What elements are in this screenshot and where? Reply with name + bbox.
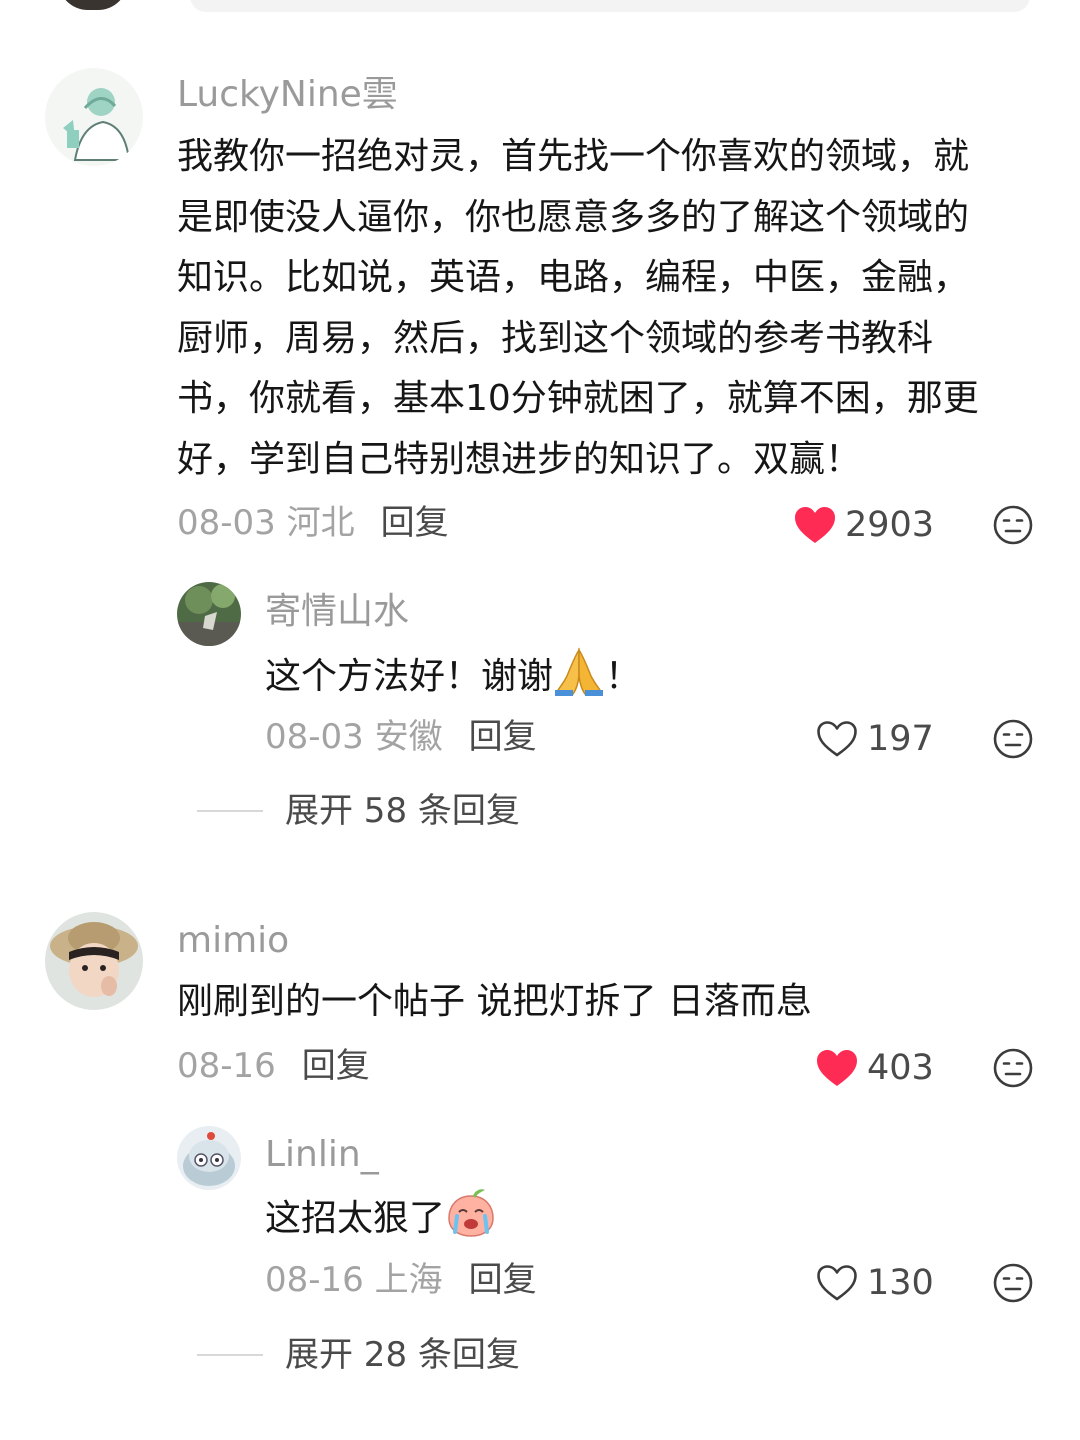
like-button[interactable]: 403 <box>815 1044 934 1092</box>
reply-button[interactable]: 回复 <box>302 1046 370 1086</box>
like-button[interactable]: 197 <box>815 715 934 763</box>
crying-peach-icon <box>445 1188 497 1238</box>
like-count: 130 <box>867 1263 934 1303</box>
reply-button[interactable]: 回复 <box>469 1260 537 1300</box>
expand-replies-label: 展开 58 条回复 <box>285 791 520 831</box>
comment-text-line: 好，学到自己特别想进步的知识了。双赢！ <box>177 438 862 480</box>
expand-replies-button[interactable]: 展开 58 条回复 <box>197 789 520 833</box>
reply-meta: 08-03 安徽 回复 <box>265 715 537 759</box>
dislike-button[interactable] <box>993 1048 1033 1088</box>
comment-text-line: 刚刷到的一个帖子 说把灯拆了 日落而息 <box>177 981 812 1022</box>
reply-username[interactable]: 寄情山水 <box>265 590 409 634</box>
reply-text-content: 这个方法好！谢谢 <box>265 656 554 697</box>
neutral-face-icon <box>993 1263 1033 1303</box>
reply-text: 这个方法好！谢谢 ！ <box>265 646 641 708</box>
comment-text-line: 厨师，周易，然后，找到这个领域的参考书教科 <box>177 317 934 359</box>
comment-text-line: 书，你就看，基本10分钟就困了，就算不困，那更 <box>177 378 979 419</box>
neutral-face-icon <box>993 719 1033 759</box>
comment-date-location: 08-03 河北 <box>177 503 355 543</box>
avatar[interactable] <box>177 1126 241 1190</box>
reply-button[interactable]: 回复 <box>469 717 537 757</box>
expand-replies-button[interactable]: 展开 28 条回复 <box>197 1333 520 1377</box>
heart-outline-icon <box>817 1265 857 1301</box>
comment-meta: 08-16 回复 <box>177 1044 370 1088</box>
reply-text-content: ！ <box>605 656 642 697</box>
comment-username[interactable]: mimio <box>177 919 289 963</box>
dislike-button[interactable] <box>993 719 1033 759</box>
like-count: 197 <box>867 719 934 759</box>
avatar[interactable] <box>45 912 143 1010</box>
comment-meta: 08-03 河北 回复 <box>177 501 449 545</box>
comment-date-location: 08-16 <box>177 1046 276 1086</box>
divider <box>197 1354 263 1356</box>
comment-list: LuckyNine雲 我教你一招绝对灵，首先找一个你喜欢的领域，就 是即使没人逼… <box>0 0 1080 1440</box>
expand-replies-label: 展开 28 条回复 <box>285 1335 520 1375</box>
neutral-face-icon <box>993 505 1033 545</box>
reply-text: 这招太狠了 <box>265 1188 497 1250</box>
like-count: 2903 <box>845 505 935 545</box>
neutral-face-icon <box>993 1048 1033 1088</box>
comment-text-line: 是即使没人逼你，你也愿意多多的了解这个领域的 <box>177 196 970 238</box>
dislike-button[interactable] <box>993 1263 1033 1303</box>
comment-text: 刚刷到的一个帖子 说把灯拆了 日落而息 <box>177 972 812 1033</box>
heart-filled-icon <box>817 1050 857 1086</box>
comment-text: 我教你一招绝对灵，首先找一个你喜欢的领域，就 是即使没人逼你，你也愿意多多的了解… <box>177 127 979 490</box>
previous-comment-bar <box>190 0 1030 12</box>
reply-text-content: 这招太狠了 <box>265 1198 446 1239</box>
divider <box>197 810 263 812</box>
reply-date-location: 08-03 安徽 <box>265 717 443 757</box>
dislike-button[interactable] <box>993 505 1033 545</box>
praying-hands-icon <box>553 646 605 696</box>
heart-filled-icon <box>795 507 835 543</box>
like-button[interactable]: 2903 <box>793 501 934 549</box>
avatar[interactable] <box>45 68 143 166</box>
comment-text-line: 我教你一招绝对灵，首先找一个你喜欢的领域，就 <box>177 136 970 177</box>
reply-date-location: 08-16 上海 <box>265 1260 443 1300</box>
like-button[interactable]: 130 <box>815 1259 934 1307</box>
comment-username[interactable]: LuckyNine雲 <box>177 73 398 117</box>
comment-text-line: 知识。比如说，英语，电路，编程，中医，金融， <box>177 257 970 298</box>
avatar[interactable] <box>58 0 128 10</box>
avatar[interactable] <box>177 582 241 646</box>
like-count: 403 <box>867 1048 934 1088</box>
heart-outline-icon <box>817 721 857 757</box>
reply-username[interactable]: Linlin_ <box>265 1133 379 1177</box>
reply-button[interactable]: 回复 <box>381 503 449 543</box>
reply-meta: 08-16 上海 回复 <box>265 1258 537 1302</box>
